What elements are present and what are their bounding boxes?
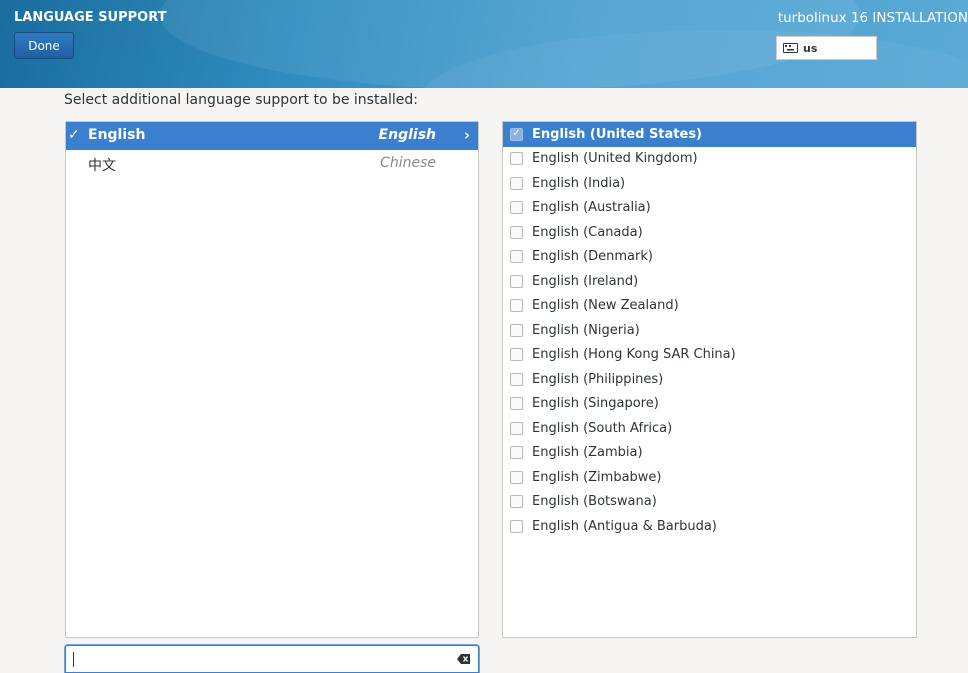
header-bar: LANGUAGE SUPPORT Done turbolinux 16 INST… [0, 0, 968, 88]
locale-label: English (Denmark) [532, 249, 653, 265]
checkbox[interactable] [510, 519, 523, 533]
product-title: turbolinux 16 INSTALLATION [777, 10, 968, 26]
done-button[interactable]: Done [14, 32, 74, 59]
checkmark-icon: ✓ [68, 127, 80, 143]
locale-row[interactable]: English (Hong Kong SAR China) [503, 343, 916, 368]
checkbox[interactable] [510, 421, 523, 435]
locale-row[interactable]: English (New Zealand) [503, 294, 916, 319]
checkbox[interactable] [510, 470, 523, 484]
chevron-right-icon: › [463, 126, 470, 144]
locale-row[interactable]: English (Nigeria) [503, 318, 916, 343]
language-row-chinese[interactable]: 中文 Chinese [66, 150, 478, 178]
locale-list: ✓ English (United States) English (Unite… [502, 121, 917, 638]
checkbox[interactable] [510, 348, 523, 362]
keyboard-icon [783, 43, 798, 53]
locale-label: English (Singapore) [532, 396, 659, 412]
locale-row[interactable]: English (Zambia) [503, 441, 916, 466]
language-native-name: 中文 [88, 158, 116, 174]
instruction-text: Select additional language support to be… [64, 92, 419, 108]
language-english-name: Chinese [380, 155, 436, 171]
locale-row[interactable]: English (Australia) [503, 196, 916, 221]
language-row-english[interactable]: ✓ English English › [66, 122, 478, 150]
locale-label: English (Nigeria) [532, 322, 640, 338]
locale-row[interactable]: English (Philippines) [503, 367, 916, 392]
keyboard-layout-indicator[interactable]: us [776, 36, 877, 60]
locale-label: English (Ireland) [532, 273, 639, 289]
locale-row[interactable]: ✓ English (United States) [503, 122, 916, 147]
locale-label: English (Botswana) [532, 494, 657, 510]
text-caret [73, 652, 74, 667]
locale-row[interactable]: English (Zimbabwe) [503, 465, 916, 490]
locale-row[interactable]: English (Singapore) [503, 392, 916, 417]
checkbox[interactable] [510, 274, 523, 288]
locale-row[interactable]: English (United Kingdom) [503, 147, 916, 172]
locale-label: English (Antigua & Barbuda) [532, 518, 717, 534]
locale-row[interactable]: English (South Africa) [503, 416, 916, 441]
locale-label: English (Australia) [532, 200, 651, 216]
checkbox[interactable] [510, 201, 523, 215]
checkbox-checked[interactable]: ✓ [510, 127, 523, 141]
checkbox[interactable] [510, 299, 523, 313]
checkbox[interactable] [510, 176, 523, 190]
locale-label: English (Hong Kong SAR China) [532, 347, 736, 363]
locale-label: English (India) [532, 175, 626, 191]
clear-text-icon[interactable] [457, 654, 470, 664]
locale-label: English (United Kingdom) [532, 151, 698, 167]
checkbox[interactable] [510, 446, 523, 460]
checkbox[interactable] [510, 225, 523, 239]
locale-row[interactable]: English (Antigua & Barbuda) [503, 514, 916, 539]
locale-label: English (Zimbabwe) [532, 469, 662, 485]
spoke-title: LANGUAGE SUPPORT [14, 10, 167, 25]
checkbox[interactable] [510, 250, 523, 264]
locale-row[interactable]: English (India) [503, 171, 916, 196]
locale-row[interactable]: English (Ireland) [503, 269, 916, 294]
keyboard-layout-label: us [803, 41, 818, 55]
language-english-name: English [378, 127, 436, 143]
locale-row[interactable]: English (Denmark) [503, 245, 916, 270]
locale-label: English (Zambia) [532, 445, 643, 461]
locale-label: English (United States) [532, 126, 703, 142]
checkbox[interactable] [510, 152, 523, 166]
language-list: ✓ English English › 中文 Chinese [65, 121, 479, 638]
language-native-name: English [88, 127, 146, 143]
checkbox[interactable] [510, 323, 523, 337]
locale-row[interactable]: English (Botswana) [503, 490, 916, 515]
checkbox[interactable] [510, 397, 523, 411]
checkbox[interactable] [510, 372, 523, 386]
locale-label: English (Philippines) [532, 371, 664, 387]
locale-row[interactable]: English (Canada) [503, 220, 916, 245]
locale-label: English (New Zealand) [532, 298, 679, 314]
locale-label: English (South Africa) [532, 420, 673, 436]
checkbox[interactable] [510, 495, 523, 509]
search-input[interactable] [72, 649, 442, 669]
language-search-field[interactable] [65, 645, 479, 673]
locale-label: English (Canada) [532, 224, 643, 240]
